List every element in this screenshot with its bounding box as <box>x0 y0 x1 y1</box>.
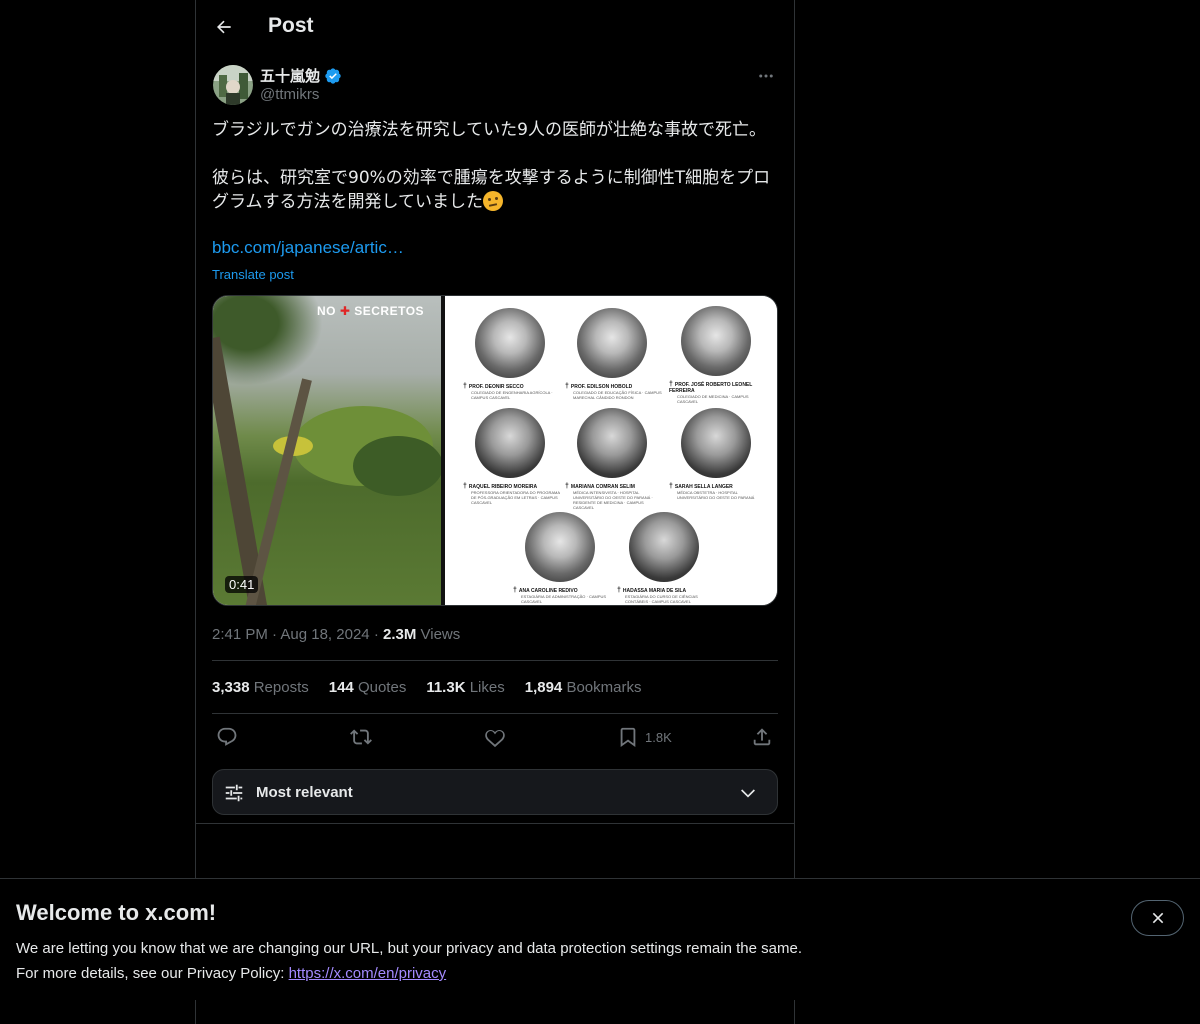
portrait-photo <box>629 512 699 582</box>
author-name[interactable]: 五十嵐勉 <box>260 65 320 86</box>
person-name: PROF. JOSÉ ROBERTO LEONEL FERREIRA <box>669 382 769 394</box>
banner-line: We are letting you know that we are chan… <box>16 940 802 957</box>
video-frame-right: PROF. DEONIR SECCO COLEGIADO DE ENGENHAR… <box>445 296 777 605</box>
sliders-icon <box>225 784 243 802</box>
person-description: COLEGIADO DE MEDICINA · CAMPUS CASCAVEL <box>677 394 749 404</box>
memorial-card: PROF. JOSÉ ROBERTO LEONEL FERREIRA COLEG… <box>669 306 769 404</box>
post-date[interactable]: Aug 18, 2024 <box>280 626 369 643</box>
chevron-down-icon <box>741 789 755 798</box>
post-text: ブラジルでガンの治療法を研究していた9人の医師が壮絶な事故で死亡。 彼らは、研究… <box>212 118 778 214</box>
close-banner-button[interactable] <box>1131 900 1184 936</box>
thinking-face-emoji-icon <box>482 191 503 211</box>
heart-icon <box>485 729 505 748</box>
views-count: 2.3M <box>382 626 417 643</box>
post-header: Post <box>196 0 794 53</box>
portrait-photo <box>577 408 647 478</box>
person-description: PROFESSORA ORIENTADORA DO PROGRAMA DE PÓ… <box>471 490 560 505</box>
reply-button[interactable] <box>216 725 238 749</box>
memorial-card: PROF. DEONIR SECCO COLEGIADO DE ENGENHAR… <box>463 308 563 400</box>
portrait-photo <box>475 408 545 478</box>
portrait-photo <box>475 308 545 378</box>
banner-text: We are letting you know that we are chan… <box>16 936 802 986</box>
likes-stat[interactable]: 11.3K Likes <box>426 679 504 696</box>
divider <box>212 713 778 714</box>
post-stats: 3,338 Reposts 144 Quotes 11.3K Likes 1,8… <box>212 679 641 696</box>
portrait-photo <box>681 408 751 478</box>
sort-label: Most relevant <box>256 784 353 801</box>
bookmark-button[interactable]: 1.8K <box>617 725 672 749</box>
post-author: 五十嵐勉 @ttmikrs <box>212 64 778 106</box>
person-description: ESTAGIÁRIA DO CURSO DE CIÊNCIAS CONTÁBEI… <box>625 594 698 604</box>
post-text-line: ブラジルでガンの治療法を研究していた9人の医師が壮絶な事故で死亡。 <box>212 120 766 140</box>
like-button[interactable] <box>484 725 506 749</box>
back-button[interactable] <box>208 11 240 43</box>
video-brand-logo: NO ✚ SECRETOS <box>317 304 425 318</box>
privacy-policy-link[interactable]: https://x.com/en/privacy <box>289 965 447 982</box>
memorial-card: HADASSA MARIA DE SILA ESTAGIÁRIA DO CURS… <box>617 512 717 604</box>
memorial-card: RAQUEL RIBEIRO MOREIRA PROFESSORA ORIENT… <box>463 408 563 505</box>
memorial-card: PROF. EDILSON HOBOLD COLEGIADO DE EDUCAÇ… <box>565 308 665 400</box>
bookmark-count: 1.8K <box>645 729 672 745</box>
portrait-photo <box>525 512 595 582</box>
more-horizontal-icon <box>759 74 773 78</box>
reposts-stat[interactable]: 3,338 Reposts <box>212 679 309 696</box>
avatar[interactable] <box>213 65 253 105</box>
reply-sort-dropdown[interactable]: Most relevant <box>212 769 778 815</box>
translate-post-link[interactable]: Translate post <box>212 267 294 282</box>
divider <box>196 823 794 824</box>
post-meta: 2:41 PM · Aug 18, 2024 · 2.3M Views <box>212 626 461 643</box>
quotes-stat[interactable]: 144 Quotes <box>329 679 407 696</box>
banner-line: For more details, see our Privacy Policy… <box>16 965 289 982</box>
person-description: MÉDICA OBSTETRA · HOSPITAL UNIVERSITÁRIO… <box>677 490 755 500</box>
verified-badge-icon <box>325 67 341 84</box>
post-time[interactable]: 2:41 PM <box>212 626 268 643</box>
repost-icon <box>350 729 372 745</box>
repost-button[interactable] <box>350 725 372 749</box>
bookmark-icon <box>620 727 636 748</box>
share-button[interactable] <box>751 725 773 749</box>
arrow-left-icon <box>217 20 231 34</box>
person-description: COLEGIADO DE EDUCAÇÃO FÍSICA · CAMPUS MA… <box>573 390 662 400</box>
post-text-line: グラムする方法を開発していました <box>212 192 483 212</box>
post-actions: 1.8K <box>212 725 778 753</box>
portrait-photo <box>577 308 647 378</box>
url-change-banner: Welcome to x.com! We are letting you kno… <box>0 878 1200 1000</box>
post-text-line: 彼らは、研究室で90%の効率で腫瘍を攻撃するように制御性T細胞をプロ <box>212 168 771 188</box>
video-player[interactable]: NO ✚ SECRETOS 0:41 PROF. DEONIR SECCO CO… <box>212 295 778 606</box>
memorial-card: SARAH SELLA LANGER MÉDICA OBSTETRA · HOS… <box>669 408 769 500</box>
close-icon <box>1152 912 1163 924</box>
memorial-card: MARIANA COMRAN SELIM MÉDICA INTENSIVISTA… <box>565 408 665 510</box>
portrait-photo <box>681 306 751 376</box>
article-link[interactable]: bbc.com/japanese/artic… <box>212 238 404 258</box>
reply-icon <box>217 727 237 746</box>
views-label: Views <box>420 626 461 643</box>
page-title: Post <box>268 14 314 37</box>
bookmarks-stat[interactable]: 1,894 Bookmarks <box>525 679 642 696</box>
person-description: COLEGIADO DE ENGENHARIA AGRÍCOLA · CAMPU… <box>471 390 553 400</box>
author-handle[interactable]: @ttmikrs <box>260 86 319 103</box>
video-duration-badge: 0:41 <box>225 576 259 593</box>
author-name-row[interactable]: 五十嵐勉 <box>260 65 342 86</box>
more-options-button[interactable] <box>754 64 778 88</box>
divider <box>212 660 778 661</box>
memorial-card: ANA CAROLINE REDIVO ESTAGIÁRIA DE ADMINI… <box>513 512 613 604</box>
banner-title: Welcome to x.com! <box>16 900 217 925</box>
main-column: Post 五十嵐勉 @ttmikrs ブラジルでガンの治療法を研究していた9人の… <box>195 0 795 1024</box>
person-description: ESTAGIÁRIA DE ADMINISTRAÇÃO · CAMPUS CAS… <box>521 594 607 604</box>
share-icon <box>753 728 771 746</box>
person-description: MÉDICA INTENSIVISTA · HOSPITAL UNIVERSIT… <box>573 490 653 510</box>
video-frame-left: NO ✚ SECRETOS 0:41 <box>213 296 441 605</box>
